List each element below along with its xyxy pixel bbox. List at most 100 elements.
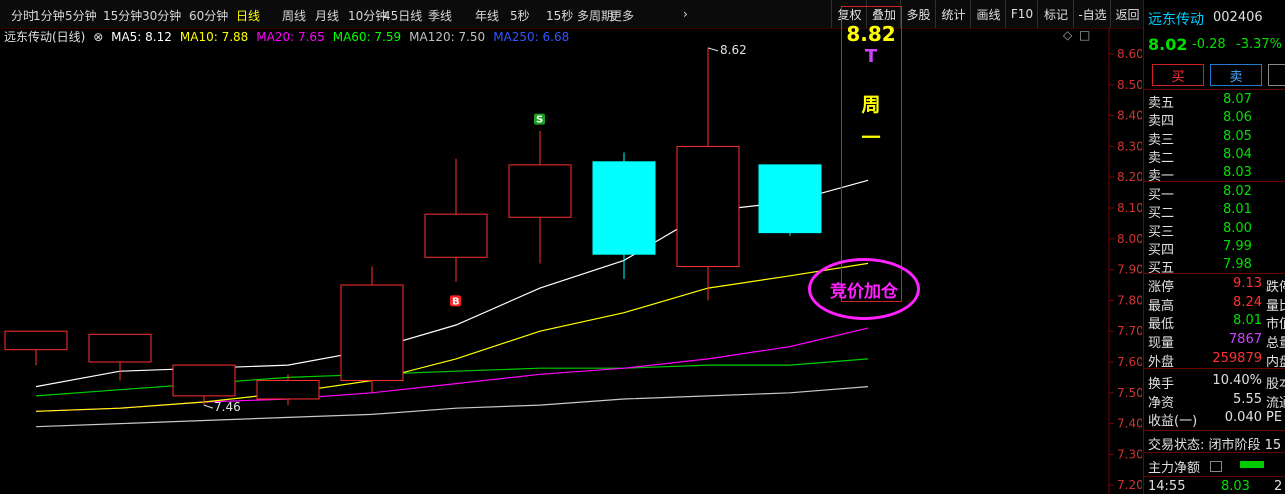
period-tab[interactable]: 15分钟 [103,7,142,24]
stat-label: 最低 [1148,317,1175,333]
stat-label: 最高 [1148,298,1175,314]
order-book-price: 8.06 [1223,110,1252,126]
y-tick-label: 8.30 [1117,139,1142,153]
order-book-label: 卖二 [1148,150,1175,166]
y-tick-label: 7.90 [1117,263,1142,277]
price-change-pct: -3.37% [1236,37,1282,52]
order-book-price: 8.00 [1223,220,1252,236]
last-price: 8.02 [1148,35,1188,54]
y-tick-label: 8.20 [1117,170,1142,184]
overlay-text-week: 周 [861,94,881,116]
y-tick-label: 8.50 [1117,78,1142,92]
more-chevron-icon[interactable]: › [683,7,688,21]
candle-body [172,364,236,397]
period-tab[interactable]: 15秒 [546,7,573,24]
y-tick-label: 7.20 [1117,478,1142,492]
main-flow-label: 主力净额 [1148,461,1201,476]
period-tab[interactable]: 10分钟 [348,7,387,24]
period-tab[interactable]: 1分钟 [33,7,65,24]
period-tab[interactable]: 周线 [282,7,306,24]
buy-marker-icon: B [452,296,460,307]
y-tick-label: 7.70 [1117,324,1142,338]
period-tab[interactable]: 季线 [428,7,452,24]
candle-body [4,330,68,351]
main-flow-list-icon[interactable] [1210,461,1222,472]
order-book-label: 卖五 [1148,96,1175,111]
order-book-price: 8.03 [1223,165,1252,181]
extra-button[interactable] [1268,64,1285,86]
stat-label: 外盘 [1148,354,1175,370]
ma5-line [35,179,869,388]
candle-body [676,145,740,268]
stat-value: 8.01 [1233,313,1262,329]
sell-marker-icon: S [536,115,543,126]
period-tab[interactable]: 45日线 [383,7,422,24]
y-tick-label: 8.00 [1117,232,1142,246]
period-tab[interactable]: 年线 [475,7,499,24]
period-tab[interactable]: 月线 [315,7,339,24]
stat-label: 涨停 [1148,280,1175,295]
stat-right-label: 股本 [1266,377,1285,392]
stat-right-label: 总量 [1266,336,1285,352]
period-tab[interactable]: 5秒 [510,7,530,24]
order-book-label: 买四 [1148,242,1175,258]
overlay-price: 8.82 [846,22,896,46]
period-tab[interactable]: 分时 [11,7,35,24]
toolbar-button[interactable]: 多股 [900,0,936,28]
y-tick-label: 8.60 [1117,47,1142,61]
trade-status: 交易状态: 闭市阶段 15 [1148,438,1282,453]
order-book-label: 卖三 [1148,132,1175,148]
stat-label: 现量 [1148,336,1175,352]
order-book-price: 8.02 [1223,184,1252,199]
period-tab[interactable]: 日线 [236,7,260,24]
candle-body [592,161,656,255]
stat-right-label: 量比 [1266,298,1285,314]
low-price-pointer [203,404,214,409]
period-toolbar: 分时 1分钟 5分钟 15分钟 30分钟 60分钟 日线 周线 月线 10分钟 45日线 季线 年线 5秒… [0,0,1285,29]
price-change: -0.28 [1192,37,1226,52]
candle-body [424,213,488,258]
order-book-price: 8.07 [1223,92,1252,107]
candle-body [758,164,822,234]
period-tab[interactable]: 30分钟 [142,7,181,24]
stock-code: 002406 [1213,10,1263,25]
toolbar-button[interactable]: 标记 [1037,0,1074,28]
stat-right-label: 内盘 [1266,354,1285,370]
stock-name: 远东传动 [1148,12,1204,28]
period-tab[interactable]: 60分钟 [189,7,228,24]
stat-label: 净资 [1148,395,1175,411]
buy-button[interactable]: 买 [1152,64,1204,86]
stat-value: 9.13 [1233,276,1262,291]
auction-ellipse: 竞价加仓 [808,258,920,320]
y-tick-label: 8.40 [1117,109,1142,123]
toolbar-button[interactable]: -自选 [1073,0,1111,28]
period-tab[interactable]: 多周期 [577,7,613,24]
stat-value: 7867 [1228,332,1262,348]
kline-chart[interactable]: 远东传动(日线) ⊗ MA5: 8.12 MA10: 7.88 MA20: 7.65… [0,6,1142,494]
stat-right-label: PE [1266,410,1283,426]
y-tick-label: 8.10 [1117,201,1142,215]
toolbar-button[interactable]: 画线 [970,0,1006,28]
ma60-line [35,358,869,397]
y-tick-label: 7.40 [1117,417,1142,431]
ma120-line [35,386,869,428]
toolbar-button[interactable]: 统计 [935,0,971,28]
auction-text: 竞价加仓 [830,281,898,302]
order-book-label: 买一 [1148,188,1175,203]
tick-price: 8.03 [1221,479,1250,494]
order-book-price: 8.05 [1223,128,1252,144]
stat-value: 259879 [1212,350,1262,366]
stat-value: 8.24 [1233,294,1262,310]
stat-label: 收益(一) [1148,414,1198,430]
sell-button[interactable]: 卖 [1210,64,1262,86]
toolbar-button[interactable]: 返回 [1110,0,1144,28]
period-tab[interactable]: 5分钟 [65,7,97,24]
overlay-text-t: T [864,46,878,67]
high-price-pointer [707,47,719,52]
order-book-price: 7.98 [1223,257,1252,273]
y-tick-label: 7.80 [1117,293,1142,307]
order-book-price: 8.04 [1223,146,1252,162]
order-book-price: 8.01 [1223,202,1252,218]
period-tab[interactable]: 更多 [610,7,634,24]
toolbar-button[interactable]: F10 [1005,0,1038,28]
